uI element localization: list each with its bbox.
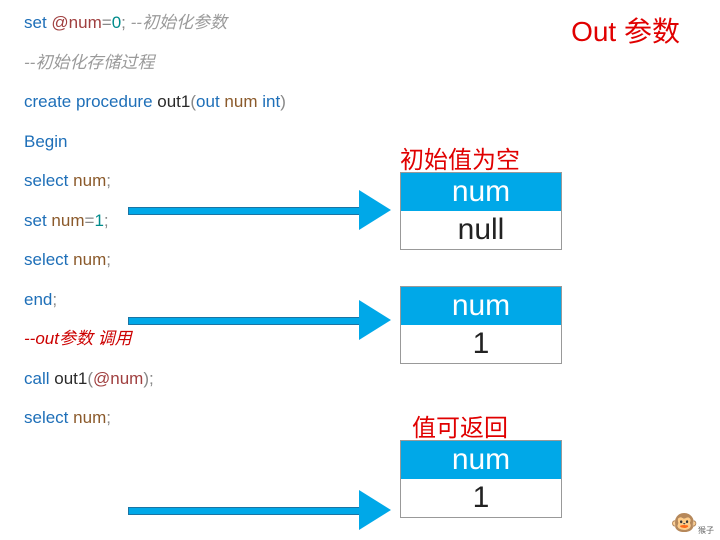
label-returnable: 值可返回 xyxy=(412,408,508,443)
type-int: int xyxy=(262,92,280,111)
code-line-4: Begin xyxy=(24,129,286,155)
page-title: Out 参数 xyxy=(571,10,680,50)
keyword-end: end xyxy=(24,290,52,309)
semicolon: ; xyxy=(52,290,57,309)
param-name: num xyxy=(224,92,257,111)
zero: 0 xyxy=(112,13,121,32)
semicolon: ; xyxy=(121,13,126,32)
box-value: null xyxy=(401,211,561,249)
keyword-select: select xyxy=(24,250,68,269)
semicolon: ; xyxy=(104,211,109,230)
box-header: num xyxy=(401,173,561,211)
code-line-1: set @num=0; --初始化参数 xyxy=(24,10,286,36)
ident-num: num xyxy=(73,408,106,427)
code-line-3: create procedure out1(out num int) xyxy=(24,89,286,115)
ident-num: num xyxy=(51,211,84,230)
code-block: set @num=0; --初始化参数 --初始化存储过程 create pro… xyxy=(24,10,286,445)
ident-num: num xyxy=(73,250,106,269)
keyword-create-procedure: create procedure xyxy=(24,92,153,111)
comment-init-proc: --初始化存储过程 xyxy=(24,53,154,72)
semicolon: ; xyxy=(106,408,111,427)
rparen: ) xyxy=(280,92,286,111)
arrow-1 xyxy=(128,198,390,222)
arrow-line xyxy=(128,207,362,215)
ident-num: num xyxy=(73,171,106,190)
arrow-head-icon xyxy=(359,190,391,230)
monkey-text: 猴子 xyxy=(698,525,714,536)
proc-name: out1 xyxy=(54,369,87,388)
code-line-7: select num; xyxy=(24,247,286,273)
semicolon: ; xyxy=(106,250,111,269)
monkey-icon: 🐵 xyxy=(671,510,698,535)
box-value: 1 xyxy=(401,325,561,363)
semicolon: ; xyxy=(149,369,154,388)
monkey-logo: 🐵猴子 xyxy=(671,510,714,536)
arrow-line xyxy=(128,507,362,515)
label-init-null: 初始值为空 xyxy=(400,140,520,175)
box-header: num xyxy=(401,441,561,479)
keyword-call: call xyxy=(24,369,50,388)
box-header: num xyxy=(401,287,561,325)
result-box-3: num 1 xyxy=(400,440,562,518)
arrow-3 xyxy=(128,498,390,522)
box-value: 1 xyxy=(401,479,561,517)
semicolon: ; xyxy=(106,171,111,190)
eq: = xyxy=(85,211,95,230)
keyword-select: select xyxy=(24,408,68,427)
keyword-set: set xyxy=(24,13,47,32)
eq: = xyxy=(102,13,112,32)
code-line-11: select num; xyxy=(24,405,286,431)
arrow-head-icon xyxy=(359,300,391,340)
result-box-1: num null xyxy=(400,172,562,250)
comment-init-param: --初始化参数 xyxy=(131,13,227,32)
arrow-head-icon xyxy=(359,490,391,530)
one: 1 xyxy=(94,211,103,230)
arrow-2 xyxy=(128,308,390,332)
keyword-out: out xyxy=(196,92,220,111)
keyword-select: select xyxy=(24,171,68,190)
comment-out-call: --out参数 调用 xyxy=(24,329,132,348)
arrow-line xyxy=(128,317,362,325)
code-line-2: --初始化存储过程 xyxy=(24,50,286,76)
proc-name: out1 xyxy=(157,92,190,111)
code-line-5: select num; xyxy=(24,168,286,194)
keyword-begin: Begin xyxy=(24,132,67,151)
at-num: @num xyxy=(51,13,101,32)
keyword-set: set xyxy=(24,211,47,230)
at-num: @num xyxy=(93,369,143,388)
code-line-10: call out1(@num); xyxy=(24,366,286,392)
result-box-2: num 1 xyxy=(400,286,562,364)
